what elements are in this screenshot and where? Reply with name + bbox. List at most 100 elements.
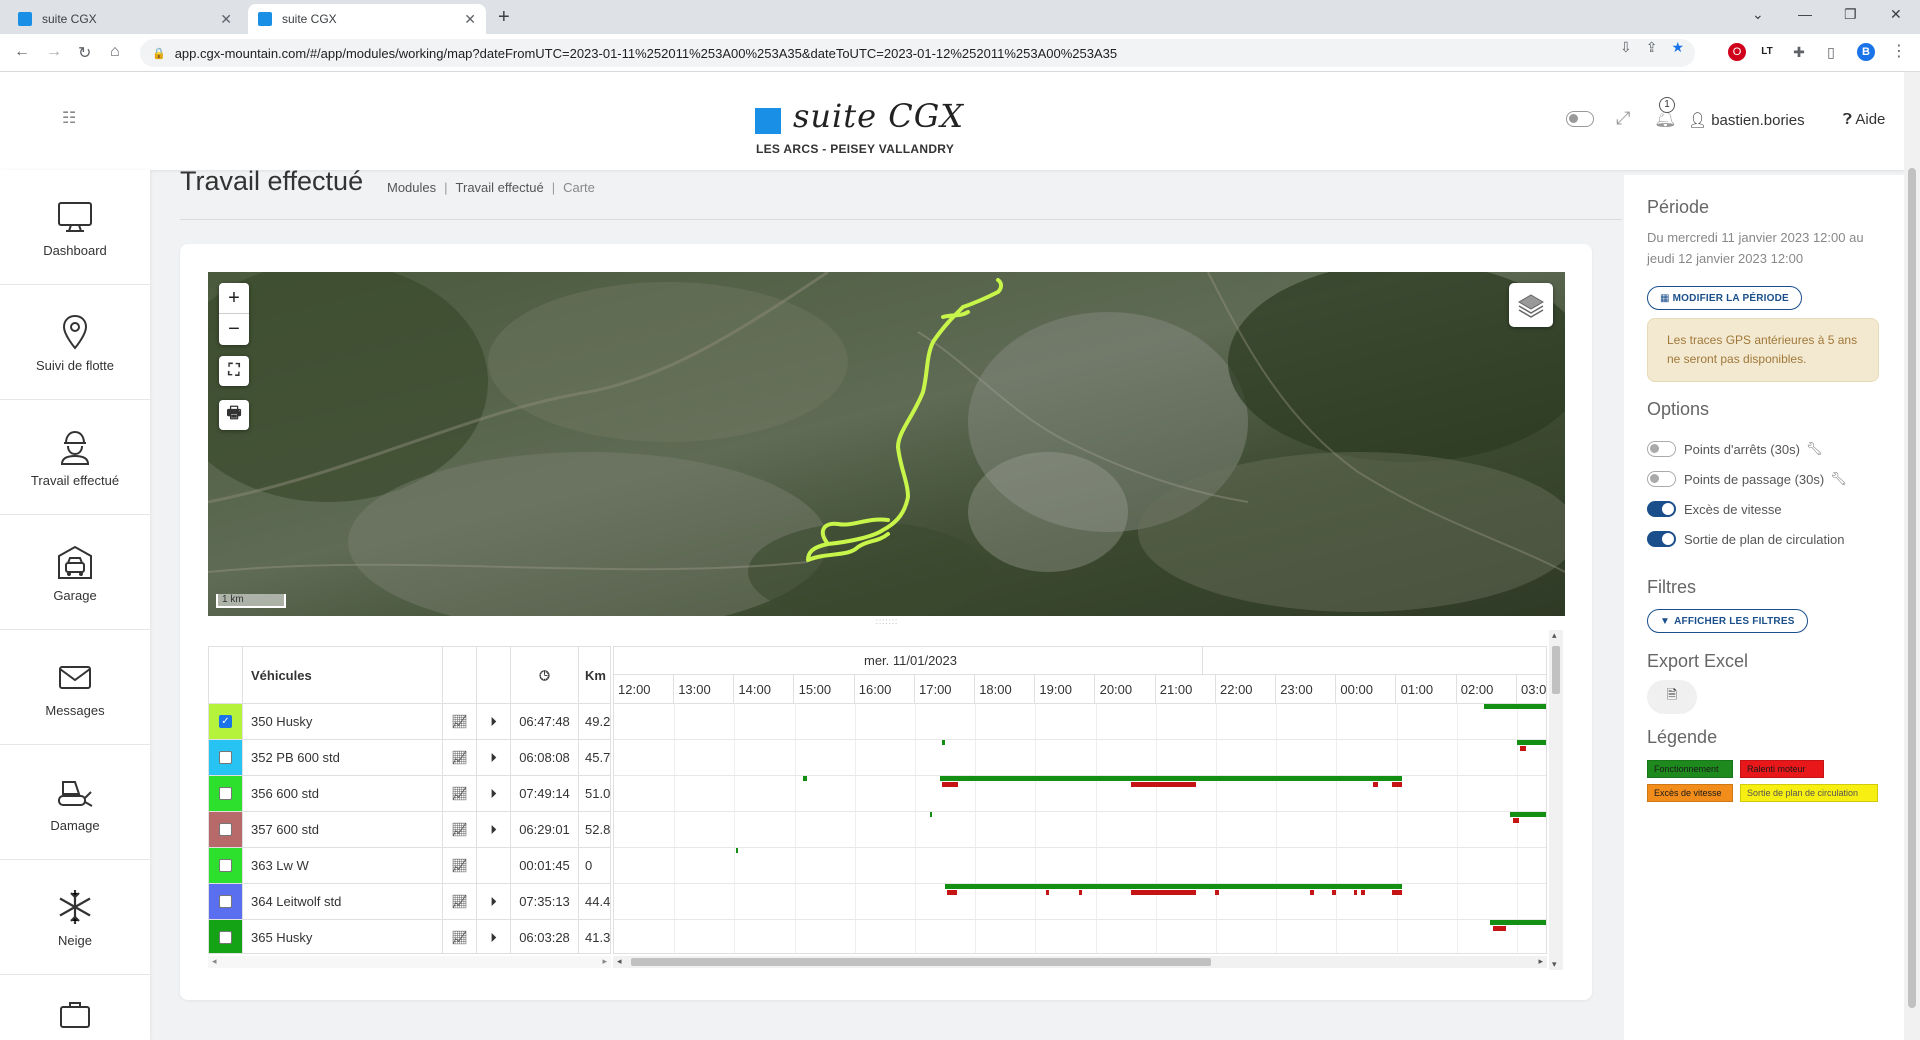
toggle-switch[interactable]: [1647, 441, 1676, 457]
back-icon[interactable]: ←: [14, 43, 30, 61]
play-circle-icon[interactable]: ⏵︎: [477, 740, 511, 775]
sidebar-item-travail-effectue[interactable]: Travail effectué: [0, 400, 150, 515]
vehicle-checkbox[interactable]: [219, 859, 232, 872]
side-panel-icon[interactable]: ▯: [1822, 43, 1840, 61]
activity-bar-idle[interactable]: [1131, 890, 1196, 895]
resize-handle[interactable]: :::::::: [870, 618, 904, 626]
activity-bar-idle[interactable]: [1493, 926, 1506, 931]
sidebar-item-garage[interactable]: Garage: [0, 515, 150, 630]
play-circle-icon[interactable]: ⏵︎: [477, 884, 511, 919]
profile-avatar[interactable]: B: [1857, 43, 1875, 61]
restore-icon[interactable]: ❐: [1844, 6, 1857, 23]
help-link[interactable]: ❓︎ Aide: [1843, 111, 1885, 128]
chart-line-icon[interactable]: 📈︎: [443, 884, 477, 919]
chart-line-icon[interactable]: 📈︎: [443, 704, 477, 739]
browser-tab-2[interactable]: suite CGX ✕: [248, 4, 486, 34]
close-window-icon[interactable]: ✕: [1890, 6, 1902, 23]
map-layers-button[interactable]: [1509, 283, 1553, 327]
timeline-row[interactable]: [614, 920, 1546, 953]
table-row[interactable]: 352 PB 600 std📈︎⏵︎06:08:08 45.74: [209, 740, 610, 776]
option-toggle-row[interactable]: Points d'arrêts (30s) 🔧︎: [1647, 440, 1822, 458]
close-tab-icon[interactable]: ✕: [464, 11, 476, 28]
activity-bar-running[interactable]: [1517, 740, 1546, 745]
activity-bar-idle[interactable]: [1373, 782, 1378, 787]
activity-bar-idle[interactable]: [1392, 782, 1402, 787]
close-tab-icon[interactable]: ✕: [220, 11, 232, 28]
zoom-out-button[interactable]: −: [219, 314, 249, 345]
satellite-map[interactable]: [208, 272, 1565, 616]
activity-bar-running[interactable]: [1490, 920, 1546, 925]
activity-bar-idle[interactable]: [1215, 890, 1219, 895]
activity-bar-running[interactable]: [945, 884, 1402, 889]
timeline-horizontal-scrollbar[interactable]: ◂ ▸: [613, 956, 1547, 968]
opera-extension-icon[interactable]: O: [1728, 43, 1746, 61]
url-input[interactable]: 🔒 app.cgx-mountain.com/#/app/modules/wor…: [140, 39, 1695, 67]
scrollbar-thumb[interactable]: [631, 958, 1211, 966]
timeline-row[interactable]: [614, 848, 1546, 884]
play-circle-icon[interactable]: ⏵︎: [477, 920, 511, 953]
header-km[interactable]: Km: [579, 647, 610, 704]
activity-bar-idle[interactable]: [947, 890, 957, 895]
timeline-vertical-scrollbar[interactable]: ▴ ▾: [1549, 630, 1563, 970]
scrollbar-thumb[interactable]: [1908, 168, 1916, 1008]
timeline-row[interactable]: [614, 812, 1546, 848]
table-row[interactable]: 357 600 std📈︎⏵︎06:29:01 52.85: [209, 812, 610, 848]
activity-bar-idle[interactable]: [1046, 890, 1049, 895]
activity-bar-running[interactable]: [940, 776, 1402, 781]
forward-icon[interactable]: →: [46, 43, 62, 61]
vehicle-checkbox[interactable]: [219, 931, 232, 944]
toggle-switch[interactable]: [1647, 471, 1676, 487]
tab-search-icon[interactable]: ⌄: [1752, 6, 1764, 23]
activity-bar-running[interactable]: [736, 848, 738, 853]
timeline-row[interactable]: [614, 740, 1546, 776]
page-vertical-scrollbar[interactable]: [1904, 72, 1920, 1040]
excel-export-button[interactable]: 🗎: [1647, 680, 1697, 714]
table-row[interactable]: 363 Lw W 📈︎ 00:01:45 0: [209, 848, 610, 884]
play-circle-icon[interactable]: ⏵︎: [477, 776, 511, 811]
sidebar-item-suivi-de-flotte[interactable]: Suivi de flotte: [0, 285, 150, 400]
activity-bar-idle[interactable]: [1332, 890, 1336, 895]
user-menu[interactable]: 👤︎ bastien.bories: [1688, 111, 1805, 129]
minimize-icon[interactable]: —: [1798, 6, 1812, 22]
table-row[interactable]: 356 600 std📈︎⏵︎07:49:14 51.06: [209, 776, 610, 812]
timeline-row[interactable]: [614, 704, 1546, 740]
activity-bar-idle[interactable]: [1131, 782, 1196, 787]
extensions-puzzle-icon[interactable]: ✚: [1790, 43, 1808, 61]
sidebar-item-damage[interactable]: Damage: [0, 745, 150, 860]
sidebar-item-neige[interactable]: Neige: [0, 860, 150, 975]
activity-bar-idle[interactable]: [1513, 818, 1519, 823]
activity-bar-running[interactable]: [942, 740, 945, 745]
chart-line-icon[interactable]: 📈︎: [443, 920, 477, 953]
map-fullscreen-button[interactable]: ⛶: [219, 356, 249, 386]
timeline-row[interactable]: [614, 776, 1546, 812]
menu-toggle-icon[interactable]: ☷: [62, 111, 86, 127]
fullscreen-icon[interactable]: ⤢: [1616, 108, 1630, 129]
play-circle-icon[interactable]: ⏵︎: [477, 812, 511, 847]
chart-line-icon[interactable]: 📈︎: [443, 812, 477, 847]
table-row[interactable]: 364 Leitwolf std📈︎⏵︎07:35:13 44.43: [209, 884, 610, 920]
activity-bar-idle[interactable]: [1392, 890, 1402, 895]
show-filters-button[interactable]: ▼ AFFICHER LES FILTRES: [1647, 609, 1808, 633]
table-horizontal-scrollbar[interactable]: ◂ ▸: [208, 956, 611, 968]
sidebar-item-more[interactable]: [0, 975, 150, 1040]
sidebar-item-dashboard[interactable]: Dashboard: [0, 170, 150, 285]
option-toggle-row[interactable]: Excès de vitesse: [1647, 500, 1782, 518]
activity-bar-idle[interactable]: [1310, 890, 1314, 895]
home-icon[interactable]: ⌂: [110, 43, 120, 61]
activity-bar-idle[interactable]: [942, 782, 958, 787]
sidebar-item-messages[interactable]: Messages: [0, 630, 150, 745]
activity-bar-idle[interactable]: [1520, 746, 1526, 751]
wrench-icon[interactable]: 🔧︎: [1806, 441, 1823, 457]
modify-period-button[interactable]: ▦ MODIFIER LA PÉRIODE: [1647, 286, 1802, 310]
vehicle-checkbox[interactable]: [219, 751, 232, 764]
option-toggle-row[interactable]: Points de passage (30s) 🔧︎: [1647, 470, 1847, 488]
breadcrumb-modules[interactable]: Modules: [387, 180, 436, 195]
option-toggle-row[interactable]: Sortie de plan de circulation: [1647, 530, 1844, 548]
reload-icon[interactable]: ↻: [78, 43, 91, 63]
vehicle-checkbox[interactable]: [219, 787, 232, 800]
breadcrumb-travail-effectue[interactable]: Travail effectué: [456, 180, 544, 195]
activity-bar-running[interactable]: [930, 812, 932, 817]
activity-bar-idle[interactable]: [1354, 890, 1357, 895]
scrollbar-thumb[interactable]: [1552, 646, 1560, 694]
vehicle-checkbox[interactable]: ✓: [219, 715, 232, 728]
